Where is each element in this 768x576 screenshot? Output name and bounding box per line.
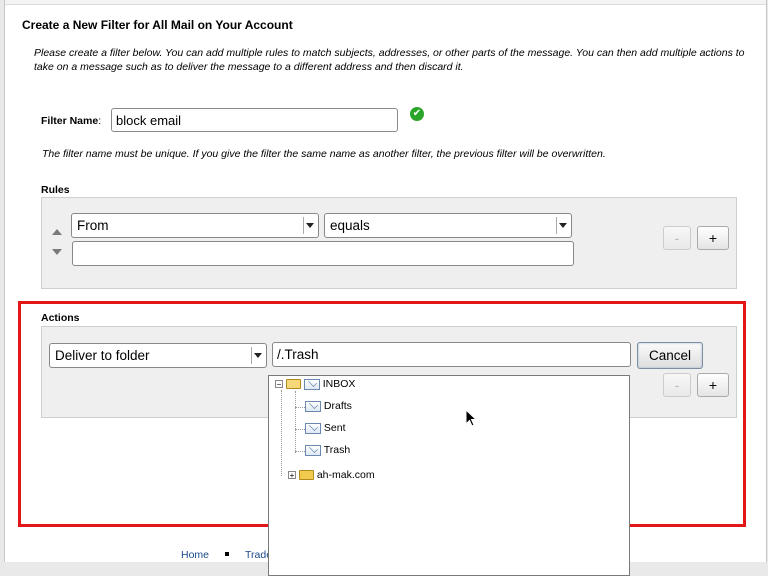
tree-guide-line: [295, 429, 305, 430]
tree-guide-line: [295, 407, 305, 408]
tree-node-trash[interactable]: Trash: [305, 444, 350, 456]
mail-folder-icon: [305, 400, 321, 412]
remove-rule-button[interactable]: -: [663, 226, 691, 250]
rule-field-value: From: [77, 218, 109, 233]
filter-name-input[interactable]: block email: [111, 108, 398, 132]
rule-value-input[interactable]: [72, 241, 574, 266]
open-folder-icon: [285, 379, 301, 390]
tree-node-inbox[interactable]: − INBOX: [275, 378, 355, 390]
tree-node-drafts[interactable]: Drafts: [305, 400, 352, 412]
move-down-icon[interactable]: [52, 249, 62, 255]
tree-node-label: Trash: [323, 444, 351, 456]
select-separator: [556, 217, 557, 234]
chevron-down-icon: [559, 223, 567, 228]
tree-node-account[interactable]: + ah-mak.com: [288, 469, 375, 481]
filter-name-note: The filter name must be unique. If you g…: [42, 148, 606, 160]
tree-node-label: INBOX: [322, 378, 356, 390]
tree-guide-line: [295, 391, 296, 453]
tree-guide-line: [295, 451, 305, 452]
tree-node-label: ah-mak.com: [316, 469, 375, 481]
folder-tree-popup: − INBOX Drafts Sent Trash + ah-mak.com: [268, 375, 630, 576]
filter-name-label-colon: :: [98, 115, 102, 127]
rule-operator-select[interactable]: equals: [324, 213, 572, 238]
chevron-down-icon: [306, 223, 314, 228]
mouse-cursor-icon: [465, 409, 477, 427]
intro-text: Please create a filter below. You can ad…: [34, 47, 745, 73]
mail-folder-icon: [303, 378, 320, 390]
rules-panel: From equals - +: [41, 197, 737, 289]
page-title: Create a New Filter for All Mail on Your…: [22, 18, 293, 32]
mail-folder-icon: [305, 422, 321, 434]
mail-folder-icon: [305, 444, 321, 456]
collapse-icon[interactable]: −: [275, 380, 283, 389]
expand-icon[interactable]: +: [288, 471, 296, 480]
rule-field-select[interactable]: From: [71, 213, 319, 238]
add-rule-button[interactable]: +: [697, 226, 729, 250]
tree-node-sent[interactable]: Sent: [305, 422, 346, 434]
filter-name-label-text: Filter Name: [41, 115, 99, 127]
rules-label: Rules: [41, 184, 70, 196]
filter-name-label: Filter Name:: [41, 115, 101, 127]
select-separator: [303, 217, 304, 234]
footer-bullet: [225, 552, 230, 557]
folder-icon: [298, 470, 314, 481]
tree-guide-line: [281, 390, 282, 476]
tree-node-label: Drafts: [323, 400, 352, 412]
check-circle-icon: ✔: [410, 107, 424, 121]
tree-node-label: Sent: [323, 422, 346, 434]
rule-operator-value: equals: [330, 218, 370, 233]
footer-links: Home Trader: [181, 549, 276, 561]
footer-link-home[interactable]: Home: [181, 549, 209, 561]
move-up-icon[interactable]: [52, 229, 62, 235]
top-border: [5, 0, 766, 5]
